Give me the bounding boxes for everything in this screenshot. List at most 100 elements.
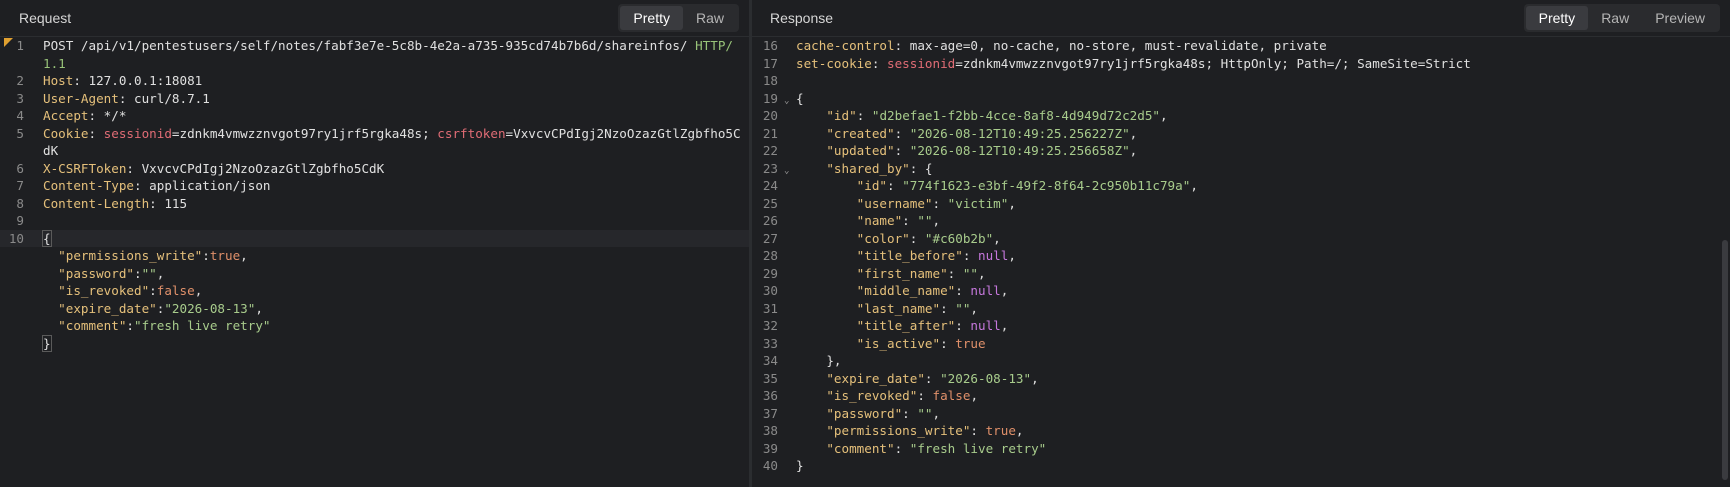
request-line-number: 8	[16, 195, 24, 211]
response-line-content: "title_before": null,	[778, 247, 1016, 265]
response-code-line: 32 "title_after": null,	[752, 317, 1730, 335]
request-tab-raw[interactable]: Raw	[683, 6, 737, 30]
request-token: HTTP/	[695, 38, 733, 53]
response-token: ,	[970, 300, 979, 316]
request-line-number	[0, 142, 24, 160]
request-title: Request	[19, 10, 72, 26]
response-token: "title_after"	[856, 318, 956, 333]
response-line-content: "comment": "fresh live retry"	[778, 440, 1046, 458]
response-line-content: }	[778, 457, 804, 475]
response-token	[796, 161, 826, 176]
response-line-number: 32	[762, 318, 778, 333]
response-token: }	[796, 458, 804, 473]
response-token: "updated"	[826, 143, 895, 158]
response-line-number: 30	[762, 283, 778, 298]
response-token: },	[796, 353, 842, 368]
response-token: "comment"	[826, 440, 895, 456]
response-token	[796, 178, 857, 193]
request-token: }	[42, 334, 52, 352]
response-scrollbar[interactable]	[1722, 240, 1728, 480]
request-code-line: 1.1	[0, 55, 749, 73]
response-token: false	[932, 388, 971, 403]
response-token: :	[947, 265, 963, 281]
response-token: :	[871, 55, 887, 71]
response-code-line: 39 "comment": "fresh live retry"	[752, 440, 1730, 458]
response-token: null	[970, 318, 1001, 333]
request-line-content: "comment":"fresh live retry"	[24, 317, 270, 335]
request-line-content: POST /api/v1/pentestusers/self/notes/fab…	[24, 37, 733, 55]
response-token: :	[894, 125, 910, 141]
response-token	[796, 143, 826, 158]
request-line-content: "expire_date":"2026-08-13",	[24, 300, 263, 318]
response-line-number: 31	[762, 300, 778, 316]
response-token: "middle_name"	[856, 283, 956, 298]
response-token	[796, 441, 826, 456]
response-line-number: 16	[762, 38, 778, 53]
response-line-number: 28	[762, 248, 778, 263]
response-token: true	[985, 423, 1016, 438]
response-line-number: 24	[762, 178, 778, 193]
request-line-number: 9	[16, 213, 24, 228]
request-line-content: {	[24, 229, 52, 248]
request-code-line: dK	[0, 142, 749, 160]
response-view-tabs: Pretty Raw Preview	[1523, 4, 1720, 32]
response-line-content: "password": "",	[778, 405, 940, 423]
response-token: ,	[932, 213, 941, 228]
request-tab-pretty[interactable]: Pretty	[620, 6, 683, 30]
response-line-number: 22	[762, 143, 778, 158]
response-line-number: 38	[762, 423, 778, 438]
response-code-line: 36 "is_revoked": false,	[752, 387, 1730, 405]
request-line-content: 1.1	[24, 55, 66, 73]
response-token: "fresh live retry"	[909, 440, 1047, 456]
response-tab-pretty[interactable]: Pretty	[1525, 6, 1589, 30]
response-token	[796, 301, 857, 316]
response-token: :	[955, 318, 971, 333]
request-token	[43, 318, 58, 333]
request-line-number: 5	[16, 125, 24, 141]
request-token: Host	[43, 73, 74, 88]
request-token: ,	[194, 283, 203, 298]
response-header: Response Pretty Raw Preview	[752, 0, 1730, 37]
request-token: dK	[43, 143, 59, 158]
response-token: "last_name"	[856, 300, 941, 316]
response-line-content: "is_revoked": false,	[778, 387, 978, 405]
response-line-content: "id": "d2befae1-f2bb-4cce-8af8-4d949d72c…	[778, 107, 1167, 125]
response-token: ,	[1129, 143, 1138, 158]
response-token: : max-age=0, no-cache, no-store, must-re…	[894, 38, 1327, 53]
request-token: =zdnkm4vmwzznvgot97ry1jrf5rgka48s;	[171, 125, 438, 141]
request-token: :	[126, 318, 135, 333]
request-code-line: }	[0, 334, 749, 353]
response-tab-raw[interactable]: Raw	[1588, 6, 1642, 30]
request-pane: Request Pretty Raw 1 POST /api/v1/pentest…	[0, 0, 749, 487]
request-token: :	[149, 283, 157, 298]
request-line-content: Cookie: sessionid=zdnkm4vmwzznvgot97ry1j…	[24, 125, 741, 143]
request-line-content	[24, 212, 43, 230]
response-line-number: 39	[762, 440, 778, 456]
request-token: true	[209, 248, 241, 263]
request-token: ,	[156, 265, 165, 281]
response-token: null	[970, 283, 1001, 298]
response-token: ,	[1031, 370, 1039, 386]
request-editor[interactable]: 1 POST /api/v1/pentestusers/self/notes/fa…	[0, 37, 749, 487]
response-code-line: 27 "color": "#c60b2b",	[752, 230, 1730, 248]
request-code-line: "permissions_write":true,	[0, 247, 749, 265]
request-line-number	[0, 335, 24, 353]
response-tab-preview[interactable]: Preview	[1642, 6, 1718, 30]
request-token: User-Agent	[43, 90, 119, 106]
response-title: Response	[770, 10, 834, 26]
response-editor[interactable]: 16 cache-control: max-age=0, no-cache, no…	[752, 37, 1730, 487]
response-token: ,	[932, 405, 941, 421]
request-code-line: 10 {	[0, 229, 749, 248]
response-code-line: 29 "first_name": "",	[752, 265, 1730, 283]
response-token: "victim"	[947, 195, 1009, 211]
response-token: :	[932, 195, 948, 211]
response-token: :	[894, 440, 910, 456]
response-token: "permissions_write"	[826, 423, 971, 438]
response-code-line: 26 "name": "",	[752, 212, 1730, 230]
response-token: ""	[962, 265, 979, 281]
request-code-line: 4 Accept: */*	[0, 107, 749, 125]
request-view-tabs: Pretty Raw	[618, 4, 739, 32]
request-token: "comment"	[58, 318, 127, 333]
request-token: Accept	[43, 108, 89, 123]
request-code-line: "password":"",	[0, 265, 749, 283]
